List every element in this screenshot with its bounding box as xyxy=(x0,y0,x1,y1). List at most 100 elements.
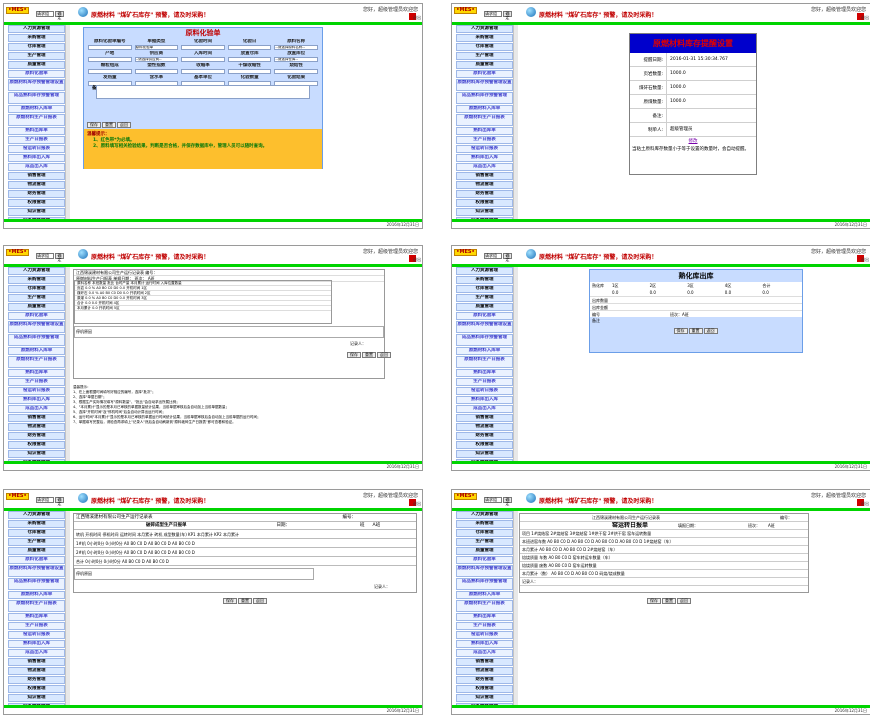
sidebar-item[interactable]: 质量管理 xyxy=(8,547,65,555)
form-input[interactable]: --请选择原料名称-- xyxy=(274,45,318,50)
sidebar-item[interactable]: 原料化验单 xyxy=(456,556,513,564)
exit-label[interactable]: 退出 xyxy=(861,501,869,507)
sidebar-item[interactable]: 成品出入库 xyxy=(456,649,513,657)
form-button[interactable]: 保存 xyxy=(673,328,688,334)
store-select[interactable]: 请求组 xyxy=(36,497,54,503)
sidebar-item[interactable]: 生产日报表 xyxy=(456,136,513,144)
sidebar-item[interactable]: 物流管理 xyxy=(456,667,513,675)
sidebar-item[interactable]: 原燃材料生产日报表 xyxy=(8,600,65,612)
sidebar-item[interactable]: 销售管理 xyxy=(8,172,65,180)
sidebar-item[interactable]: 仓库管理 xyxy=(456,43,513,51)
exit-label[interactable]: 退出 xyxy=(413,15,421,21)
store-select[interactable]: 请求组 xyxy=(484,497,502,503)
sidebar-item[interactable]: 物流管理 xyxy=(456,423,513,431)
sidebar-item[interactable]: 知识管理 xyxy=(8,208,65,216)
sidebar-item[interactable]: 原燃材料库存预警管理设置 xyxy=(456,79,513,91)
sidebar-item[interactable]: 知识管理 xyxy=(456,694,513,702)
form-button[interactable]: 重置 xyxy=(662,598,676,604)
sidebar-item[interactable]: 原燃材料入库单 xyxy=(456,105,513,113)
sidebar-item[interactable]: 原燃材料入库单 xyxy=(8,347,65,355)
sidebar-scrollbar[interactable] xyxy=(65,267,70,461)
form-input[interactable] xyxy=(181,69,225,74)
ok-button[interactable]: 确定 xyxy=(503,497,512,506)
form-input[interactable] xyxy=(227,57,272,62)
form-input[interactable] xyxy=(88,57,132,62)
sidebar-item[interactable]: 熟料库出入库 xyxy=(8,154,65,162)
sidebar-scrollbar[interactable] xyxy=(65,25,70,219)
ok-button[interactable]: 确定 xyxy=(55,497,64,506)
form-input[interactable] xyxy=(88,45,132,50)
form-button[interactable]: 返回 xyxy=(377,352,391,358)
sidebar-item[interactable]: 原料化验单 xyxy=(456,312,513,320)
sidebar-item[interactable]: 生产管理 xyxy=(456,294,513,302)
sidebar-item[interactable]: 熟料库出入库 xyxy=(456,640,513,648)
form-button[interactable]: 重置 xyxy=(102,122,116,128)
ok-button[interactable]: 确定 xyxy=(55,253,64,262)
sidebar-item[interactable]: 生产管理 xyxy=(8,294,65,302)
sidebar-item[interactable]: 仓库管理 xyxy=(456,285,513,293)
exit-label[interactable]: 退出 xyxy=(413,257,421,263)
sidebar-item[interactable]: 成品熟料库存预警管理 xyxy=(8,578,65,590)
sidebar-item[interactable]: 人力资源管理 xyxy=(456,511,513,519)
form-button[interactable]: 重置 xyxy=(238,598,252,604)
sidebar-item[interactable]: 知识管理 xyxy=(8,450,65,458)
sidebar-item[interactable]: 权限管理 xyxy=(456,685,513,693)
sidebar-item[interactable]: 财务管理 xyxy=(456,190,513,198)
sidebar-item[interactable]: 原燃材料生产日报表 xyxy=(456,600,513,612)
form-input[interactable] xyxy=(134,69,179,74)
sidebar-item[interactable]: 原料化验单 xyxy=(8,70,65,78)
sidebar-item[interactable]: 原燃材料入库单 xyxy=(456,591,513,599)
sidebar-item[interactable]: 采购管理 xyxy=(456,34,513,42)
sidebar-item[interactable]: 生产管理 xyxy=(8,52,65,60)
form-input[interactable] xyxy=(181,57,225,62)
sidebar-item[interactable]: 财务管理 xyxy=(8,676,65,684)
sidebar-item[interactable]: 原燃材料入库单 xyxy=(8,591,65,599)
sidebar-item[interactable]: 知识管理 xyxy=(456,208,513,216)
modify-link[interactable]: 修改 xyxy=(630,137,756,146)
sidebar-item[interactable]: 熟料库出入库 xyxy=(8,640,65,648)
sidebar-item[interactable]: 熟料出库单 xyxy=(456,369,513,377)
sidebar-item[interactable]: 原燃材料库存预警管理设置 xyxy=(8,565,65,577)
sidebar-item[interactable]: 窑运转日报表 xyxy=(8,145,65,153)
form-button[interactable]: 返回 xyxy=(703,328,718,334)
sidebar-scrollbar[interactable] xyxy=(513,267,518,461)
sidebar-item[interactable]: 原燃材料生产日报表 xyxy=(456,114,513,126)
sidebar-item[interactable]: 原燃材料库存预警管理设置 xyxy=(8,321,65,333)
sidebar-item[interactable]: 财务管理 xyxy=(8,432,65,440)
sidebar-item[interactable]: 仓库管理 xyxy=(8,529,65,537)
form-button[interactable]: 保存 xyxy=(87,122,101,128)
store-select[interactable]: 请求组 xyxy=(484,253,502,259)
sidebar-item[interactable]: 生产日报表 xyxy=(8,622,65,630)
sidebar-item[interactable]: 熟料出库单 xyxy=(8,369,65,377)
sidebar-item[interactable]: 成品熟料库存预警管理 xyxy=(456,334,513,346)
sidebar-item[interactable]: 权限管理 xyxy=(456,199,513,207)
sidebar-item[interactable]: 物流管理 xyxy=(8,423,65,431)
form-input[interactable] xyxy=(227,69,272,74)
sidebar-item[interactable]: 知识管理 xyxy=(8,694,65,702)
sidebar-item[interactable]: 成品熟料库存预警管理 xyxy=(8,92,65,104)
sidebar-item[interactable]: 权限管理 xyxy=(8,199,65,207)
sidebar-item[interactable]: 物流管理 xyxy=(8,181,65,189)
sidebar-item[interactable]: 权限管理 xyxy=(8,441,65,449)
sidebar-item[interactable]: 仓库管理 xyxy=(456,529,513,537)
form-input[interactable] xyxy=(227,45,272,50)
sidebar-item[interactable]: 原料化验单 xyxy=(8,312,65,320)
sidebar-item[interactable]: 财务管理 xyxy=(456,432,513,440)
sidebar-item[interactable]: 质量管理 xyxy=(456,303,513,311)
sidebar-item[interactable]: 原燃材料生产日报表 xyxy=(8,114,65,126)
form-input[interactable]: --请选择仓库-- xyxy=(274,57,318,62)
form-input[interactable]: --请选择供应商-- xyxy=(134,57,179,62)
sidebar-item[interactable]: 原燃材料库存预警管理设置 xyxy=(456,321,513,333)
sidebar-item[interactable]: 成品出入库 xyxy=(8,649,65,657)
sidebar-item[interactable]: 熟料库出入库 xyxy=(456,154,513,162)
sidebar-scrollbar[interactable] xyxy=(513,511,518,705)
stop-reason-input[interactable] xyxy=(74,326,384,338)
sidebar-item[interactable]: 窑运转日报表 xyxy=(8,387,65,395)
sidebar-item[interactable]: 权限管理 xyxy=(8,685,65,693)
sidebar-item[interactable]: 原燃材料入库单 xyxy=(8,105,65,113)
sidebar-item[interactable]: 原料化验单 xyxy=(8,556,65,564)
shift-select[interactable]: A班 xyxy=(682,312,689,317)
sidebar-item[interactable]: 窑运转日报表 xyxy=(456,387,513,395)
sidebar-item[interactable]: 质量管理 xyxy=(456,547,513,555)
sidebar-item[interactable]: 物流管理 xyxy=(8,667,65,675)
